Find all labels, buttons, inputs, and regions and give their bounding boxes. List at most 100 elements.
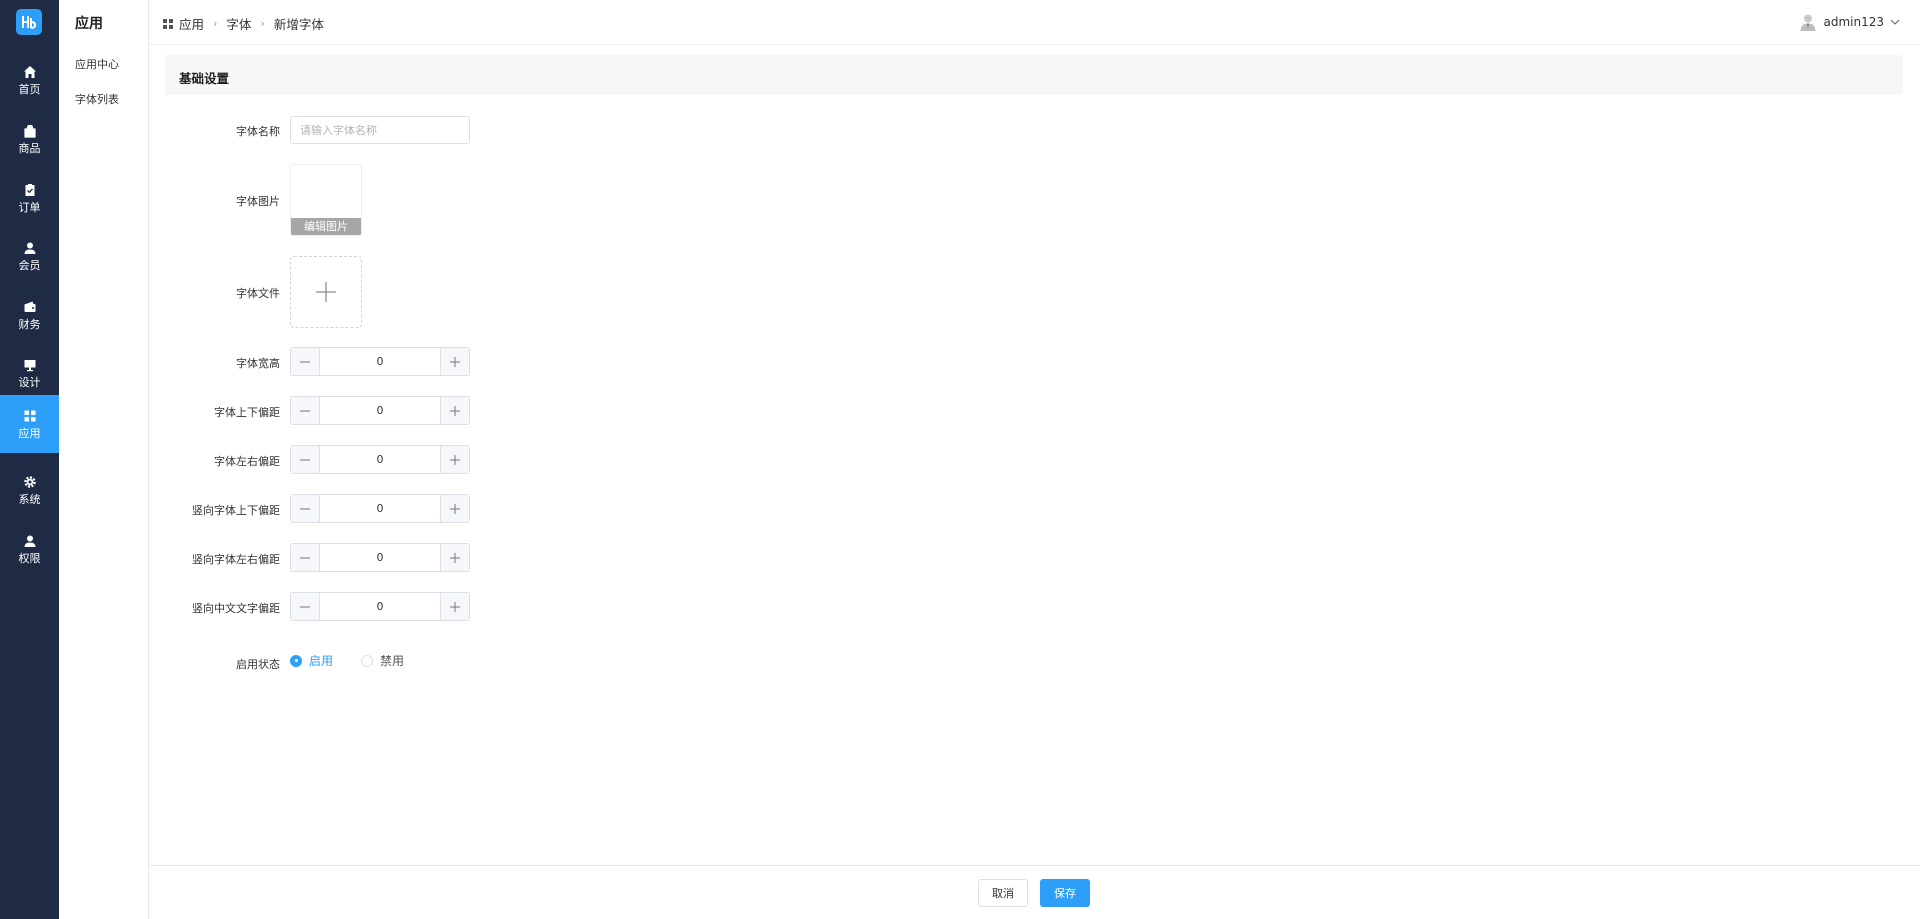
grid-icon [24, 410, 35, 421]
grid-icon [163, 18, 173, 29]
nav-item-home[interactable]: 首页 [0, 51, 59, 109]
section-header: 基础设置 [165, 55, 1903, 95]
stepper-value[interactable]: 0 [320, 348, 440, 375]
vertical-font-horizontal-offset-stepper: 0 [290, 543, 470, 572]
nav-item-design[interactable]: 设计 [0, 344, 59, 402]
clipboard-icon [25, 183, 34, 196]
breadcrumb-item-apps[interactable]: 应用 [179, 14, 204, 33]
nav-label: 商品 [18, 141, 41, 155]
status-label: 启用状态 [236, 658, 280, 671]
increment-button[interactable] [440, 544, 469, 571]
username: admin123 [1823, 15, 1884, 29]
increment-button[interactable] [440, 593, 469, 620]
nav-item-orders[interactable]: 订单 [0, 169, 59, 227]
bag-icon [23, 124, 36, 138]
nav-label: 会员 [18, 258, 41, 272]
stepper-value[interactable]: 0 [320, 544, 440, 571]
minus-icon [300, 459, 310, 460]
nav-item-goods[interactable]: 商品 [0, 110, 59, 168]
sub-sidebar-title: 应用 [75, 16, 103, 32]
plus-icon [450, 503, 460, 514]
chevron-right-icon: › [213, 17, 218, 30]
monitor-icon [24, 359, 35, 371]
footer-actions: 取消 保存 [149, 865, 1920, 919]
sidebar-item-app-center[interactable]: 应用中心 [75, 56, 119, 72]
font-name-label: 字体名称 [236, 125, 280, 138]
stepper-value[interactable]: 0 [320, 446, 440, 473]
nav-label: 权限 [18, 551, 41, 565]
font-size-stepper: 0 [290, 347, 470, 376]
stepper-label: 竖向字体上下偏距 [192, 504, 280, 517]
nav-item-finance[interactable]: 财务 [0, 286, 59, 344]
radio-label: 禁用 [380, 654, 405, 668]
vertical-chinese-text-offset-stepper: 0 [290, 592, 470, 621]
increment-button[interactable] [440, 495, 469, 522]
plus-icon [450, 356, 460, 367]
minus-icon [300, 410, 310, 411]
nav-item-system[interactable]: 系统 [0, 461, 59, 519]
font-horizontal-offset-stepper: 0 [290, 445, 470, 474]
decrement-button[interactable] [291, 348, 320, 375]
cancel-button[interactable]: 取消 [978, 879, 1028, 907]
stepper-label: 字体左右偏距 [214, 455, 280, 468]
top-header: 应用 › 字体 › 新增字体 admin123 [149, 0, 1920, 45]
increment-button[interactable] [440, 348, 469, 375]
stepper-value[interactable]: 0 [320, 397, 440, 424]
edit-image-button[interactable]: 编辑图片 [291, 218, 361, 235]
plus-icon [450, 552, 460, 563]
minus-icon [300, 361, 310, 362]
logo-icon [22, 16, 37, 29]
stepper-label: 字体上下偏距 [214, 406, 280, 419]
stepper-label: 竖向中文文字偏距 [192, 602, 280, 615]
nav-item-apps[interactable]: 应用 [0, 395, 59, 453]
increment-button[interactable] [440, 446, 469, 473]
user-icon [24, 242, 35, 254]
radio-label: 启用 [309, 654, 334, 668]
user-menu[interactable]: admin123 [1798, 12, 1900, 32]
nav-label: 设计 [18, 375, 41, 389]
decrement-button[interactable] [291, 495, 320, 522]
nav-label: 首页 [18, 82, 41, 96]
decrement-button[interactable] [291, 544, 320, 571]
decrement-button[interactable] [291, 397, 320, 424]
gear-icon [23, 475, 36, 488]
plus-icon [450, 405, 460, 416]
save-button[interactable]: 保存 [1040, 879, 1090, 907]
decrement-button[interactable] [291, 593, 320, 620]
increment-button[interactable] [440, 397, 469, 424]
nav-label: 系统 [18, 492, 41, 506]
avatar [1800, 14, 1816, 31]
font-image-box[interactable]: 编辑图片 [290, 164, 362, 236]
stepper-value[interactable]: 0 [320, 593, 440, 620]
font-name-input[interactable] [290, 116, 470, 144]
decrement-button[interactable] [291, 446, 320, 473]
wallet-icon [24, 301, 35, 312]
plus-icon [316, 282, 336, 302]
font-image-label: 字体图片 [236, 195, 280, 208]
nav-item-members[interactable]: 会员 [0, 227, 59, 285]
stepper-label: 竖向字体左右偏距 [192, 553, 280, 566]
plus-icon [450, 601, 460, 612]
sidebar-item-font-list[interactable]: 字体列表 [75, 91, 119, 107]
font-file-upload[interactable] [290, 256, 362, 328]
nav-label: 订单 [18, 200, 41, 214]
stepper-value[interactable]: 0 [320, 495, 440, 522]
section-title: 基础设置 [179, 71, 230, 86]
radio-enabled[interactable]: 启用 [290, 652, 333, 669]
person-icon [24, 535, 35, 547]
app-logo[interactable] [16, 9, 42, 35]
font-vertical-offset-stepper: 0 [290, 396, 470, 425]
minus-icon [300, 606, 310, 607]
home-icon [23, 65, 36, 78]
font-file-label: 字体文件 [236, 287, 280, 300]
radio-disabled[interactable]: 禁用 [361, 652, 404, 669]
chevron-down-icon [1890, 19, 1900, 25]
stepper-label: 字体宽高 [236, 357, 280, 370]
chevron-right-icon: › [260, 17, 265, 30]
nav-item-permissions[interactable]: 权限 [0, 520, 59, 578]
breadcrumb-item-new-font: 新增字体 [273, 17, 324, 32]
vertical-font-vertical-offset-stepper: 0 [290, 494, 470, 523]
breadcrumb: 应用 › 字体 › 新增字体 [163, 14, 324, 33]
breadcrumb-item-font[interactable]: 字体 [226, 14, 251, 33]
minus-icon [300, 508, 310, 509]
